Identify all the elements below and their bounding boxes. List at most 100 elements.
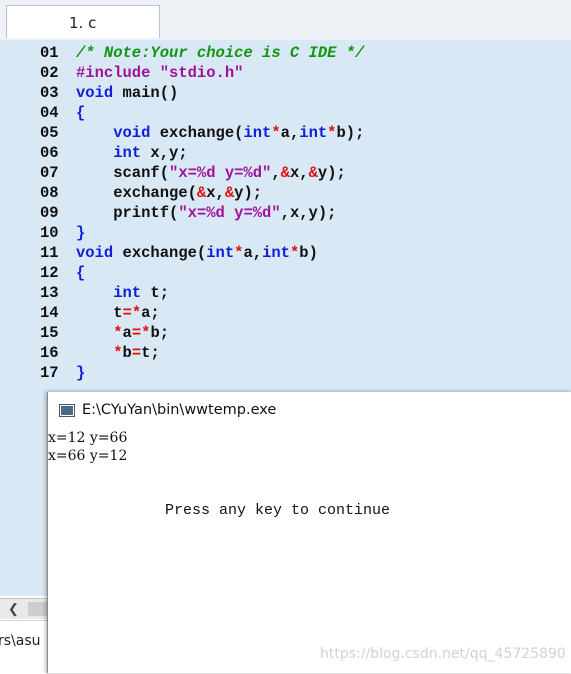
- code-token: b);: [336, 124, 365, 142]
- console-title-bar[interactable]: E:\CYuYan\bin\wwtemp.exe: [48, 392, 571, 430]
- tab-label: 1. c: [69, 14, 97, 32]
- code-token: {: [76, 264, 86, 282]
- code-text: }: [76, 223, 85, 243]
- code-token: /* Note:Your choice is C IDE */: [76, 44, 365, 62]
- code-token: t: [76, 304, 123, 322]
- code-token: &: [280, 164, 290, 182]
- code-text: #include "stdio.h": [76, 63, 243, 83]
- watermark-text: https://blog.csdn.net/qq_45725890: [320, 646, 566, 662]
- code-line[interactable]: 13 int t;: [0, 283, 571, 303]
- code-line[interactable]: 12 {: [0, 263, 571, 283]
- code-text: printf("x=%d y=%d",x,y);: [76, 203, 336, 223]
- code-line[interactable]: 15 *a=*b;: [0, 323, 571, 343]
- code-text: *a=*b;: [76, 323, 169, 343]
- line-number: 01: [40, 44, 59, 62]
- code-line[interactable]: 01 /* Note:Your choice is C IDE */: [0, 43, 571, 63]
- code-token: a,: [280, 124, 300, 142]
- code-token: t;: [141, 344, 160, 362]
- code-token: scanf(: [76, 164, 170, 182]
- code-line[interactable]: 14 t=*a;: [0, 303, 571, 323]
- console-app-icon: [59, 404, 75, 417]
- code-token: int: [243, 124, 272, 142]
- line-number: 15: [40, 324, 59, 342]
- line-number: 09: [40, 204, 59, 222]
- code-token: a,: [243, 244, 263, 262]
- code-token: =: [131, 344, 142, 362]
- code-token: }: [76, 364, 86, 382]
- code-text: {: [76, 103, 85, 123]
- code-token: #include: [76, 64, 160, 82]
- code-line[interactable]: 07 scanf("x=%d y=%d",&x,&y);: [0, 163, 571, 183]
- code-token: ,: [271, 164, 281, 182]
- code-token: int: [206, 244, 235, 262]
- code-line[interactable]: 02 #include "stdio.h": [0, 63, 571, 83]
- output-panel-text: rs\asu: [0, 633, 41, 649]
- code-text: *b=t;: [76, 343, 160, 363]
- code-text: int x,y;: [76, 143, 187, 163]
- code-token: }: [76, 224, 86, 242]
- code-line[interactable]: 06 int x,y;: [0, 143, 571, 163]
- code-token: x,: [206, 184, 225, 202]
- line-number: 12: [40, 264, 59, 282]
- code-token: =*: [131, 324, 151, 342]
- console-output-area[interactable]: x=12 y=66 x=66 y=12 Press any key to con…: [48, 430, 571, 673]
- line-number: 06: [40, 144, 59, 162]
- line-number: 13: [40, 284, 59, 302]
- code-token: exchange(: [113, 244, 207, 262]
- line-number: 11: [40, 244, 59, 262]
- code-token: "x=%d y=%d": [178, 204, 281, 222]
- code-text: {: [76, 263, 85, 283]
- code-token: b: [122, 344, 132, 362]
- code-line[interactable]: 05 void exchange(int*a,int*b);: [0, 123, 571, 143]
- console-output-line-1: x=12 y=66: [48, 430, 128, 446]
- code-token: int: [299, 124, 328, 142]
- code-token: main(): [113, 84, 179, 102]
- output-panel: rs\asu: [0, 620, 48, 674]
- code-token: *: [113, 344, 123, 362]
- code-text: exchange(&x,&y);: [76, 183, 262, 203]
- code-line[interactable]: 09 printf("x=%d y=%d",x,y);: [0, 203, 571, 223]
- code-token: exchange(: [150, 124, 244, 142]
- code-line[interactable]: 17}: [0, 363, 571, 383]
- line-number: 03: [40, 84, 59, 102]
- code-token: void: [76, 244, 114, 262]
- line-number: 08: [40, 184, 59, 202]
- code-token: {: [76, 104, 86, 122]
- code-line[interactable]: 04 {: [0, 103, 571, 123]
- tab-bar: 1. c: [0, 0, 571, 41]
- line-number: 04: [40, 104, 59, 122]
- code-token: "stdio.h": [159, 64, 244, 82]
- tab-file-1c[interactable]: 1. c: [6, 5, 160, 38]
- code-token: exchange(: [76, 184, 197, 202]
- code-line[interactable]: 10}: [0, 223, 571, 243]
- horizontal-scrollbar[interactable]: ❮: [0, 598, 48, 619]
- console-output-line-2: x=66 y=12: [48, 448, 128, 464]
- code-text: int t;: [76, 283, 169, 303]
- code-line[interactable]: 03 void main(): [0, 83, 571, 103]
- code-token: b): [299, 244, 318, 262]
- code-token: int: [76, 284, 142, 302]
- line-number: 14: [40, 304, 59, 322]
- code-text: scanf("x=%d y=%d",&x,&y);: [76, 163, 346, 183]
- press-any-key-prompt: Press any key to continue: [165, 502, 391, 519]
- code-token: &: [224, 184, 235, 202]
- code-line[interactable]: 11 void exchange(int*a,int*b): [0, 243, 571, 263]
- code-token: x,: [289, 164, 309, 182]
- code-line[interactable]: 08 exchange(&x,&y);: [0, 183, 571, 203]
- code-token: printf(: [76, 204, 179, 222]
- code-token: &: [308, 164, 318, 182]
- code-token: y);: [234, 184, 263, 202]
- scrollbar-thumb[interactable]: [28, 602, 48, 616]
- code-token: *: [271, 124, 281, 142]
- console-window[interactable]: E:\CYuYan\bin\wwtemp.exe x=12 y=66 x=66 …: [47, 392, 571, 673]
- code-text: void main(): [76, 83, 178, 103]
- code-text: void exchange(int*a,int*b): [76, 243, 318, 263]
- console-title: E:\CYuYan\bin\wwtemp.exe: [82, 402, 277, 418]
- code-line[interactable]: 16 *b=t;: [0, 343, 571, 363]
- code-text: }: [76, 363, 85, 383]
- code-token: =*: [122, 304, 142, 322]
- code-token: y);: [317, 164, 346, 182]
- line-number: 07: [40, 164, 59, 182]
- scroll-left-arrow-icon[interactable]: ❮: [8, 601, 19, 617]
